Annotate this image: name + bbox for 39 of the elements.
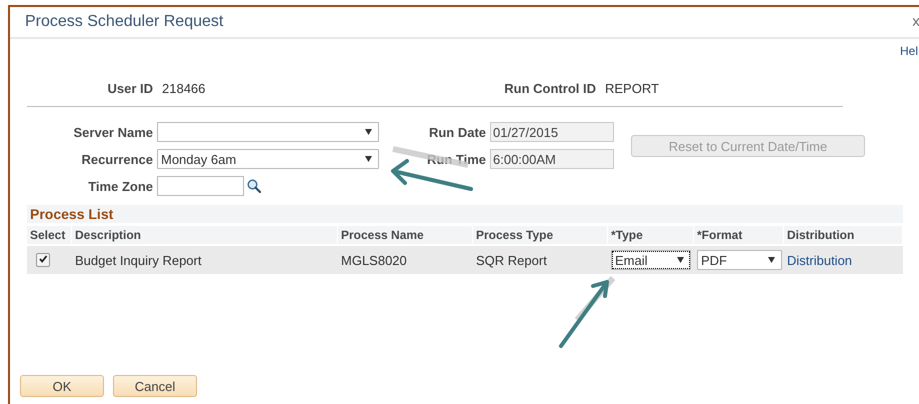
column-header: *Type xyxy=(608,226,694,244)
checkbox[interactable] xyxy=(36,253,50,267)
window-title: Process Scheduler Request xyxy=(25,13,224,31)
table-cell: SQR Report xyxy=(476,252,547,268)
field-label: Run Time xyxy=(426,152,486,166)
section-title: Process List xyxy=(27,205,903,223)
column-header: Process Type xyxy=(473,226,608,244)
field-value: 218466 xyxy=(161,80,206,96)
search-icon[interactable] xyxy=(247,179,261,193)
close-icon[interactable] xyxy=(913,18,919,26)
column-header: Select xyxy=(27,226,72,244)
field-label: Run Date xyxy=(428,124,486,140)
dropdown-field[interactable]: Email xyxy=(611,250,691,270)
caret-icon xyxy=(365,129,372,135)
field-label: Server Name xyxy=(72,124,153,140)
dialog-button[interactable]: Cancel xyxy=(113,375,197,397)
dropdown-field[interactable]: Monday 6am xyxy=(157,149,379,169)
help-link[interactable]: Hel xyxy=(900,44,918,58)
input-field[interactable]: 6:00:00AM xyxy=(490,149,614,169)
caret-icon xyxy=(768,257,775,263)
field-label: User ID xyxy=(106,80,153,96)
dialog-button[interactable]: OK xyxy=(20,375,104,397)
field-label: Time Zone xyxy=(87,178,153,194)
dropdown-field[interactable] xyxy=(157,122,379,142)
column-header: Description xyxy=(72,226,338,244)
field-label: Recurrence xyxy=(80,152,153,166)
input-field[interactable]: 01/27/2015 xyxy=(490,122,614,142)
field-value: REPORT xyxy=(604,80,660,96)
column-header: Distribution xyxy=(784,226,903,244)
table-cell: Budget Inquiry Report xyxy=(75,252,202,268)
arrow-drawing xyxy=(559,276,616,348)
dropdown-field[interactable]: PDF xyxy=(697,250,782,270)
input-field[interactable] xyxy=(157,176,244,196)
field-label: Run Control ID xyxy=(503,80,596,96)
column-header: *Format xyxy=(694,226,784,244)
caret-icon xyxy=(365,156,372,162)
caret-icon xyxy=(677,257,684,263)
column-header: Process Name xyxy=(338,226,473,244)
table-cell: MGLS8020 xyxy=(341,252,407,268)
